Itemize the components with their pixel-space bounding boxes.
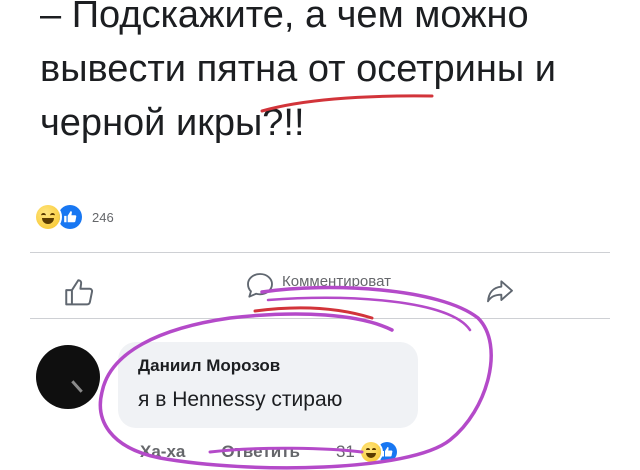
laugh-emoji-icon	[360, 442, 381, 462]
comment-button-label: Комментироват	[282, 273, 391, 290]
laugh-emoji-icon	[36, 205, 60, 229]
share-button[interactable]	[484, 276, 516, 313]
comment-reaction-count: 31	[335, 442, 355, 461]
reply-link[interactable]: Ответить	[221, 442, 300, 462]
comment-author[interactable]: Даниил Морозов	[138, 356, 280, 376]
post-line: – Подскажите, а чем можно	[40, 0, 529, 36]
reaction-count: 246	[92, 209, 114, 225]
post-line: вывести пятна от осетрины и	[40, 48, 556, 90]
divider	[30, 318, 610, 319]
post-text: – Подскажите, а чем можно вывести пятна …	[40, 0, 630, 150]
comment-text: я в Hennessy стираю	[138, 388, 343, 411]
like-button[interactable]	[62, 276, 96, 315]
post-reactions[interactable]: 246	[36, 204, 114, 230]
divider	[30, 252, 610, 253]
commenter-avatar[interactable]	[36, 345, 100, 409]
post-actions-bar: Комментироват	[0, 264, 640, 314]
comment-icon	[244, 270, 276, 307]
post-line: черной икры?!!	[40, 102, 305, 144]
laugh-reaction-link[interactable]: Ха-ха	[140, 442, 185, 462]
comment-bubble: Даниил Морозов я в Hennessy стираю	[118, 342, 418, 428]
comment-actions: Ха-ха Ответить 31	[140, 440, 397, 464]
share-icon	[484, 276, 516, 313]
like-badge-icon	[58, 205, 82, 229]
thumbs-up-icon	[62, 276, 96, 315]
comment-button[interactable]: Комментироват	[244, 270, 391, 307]
